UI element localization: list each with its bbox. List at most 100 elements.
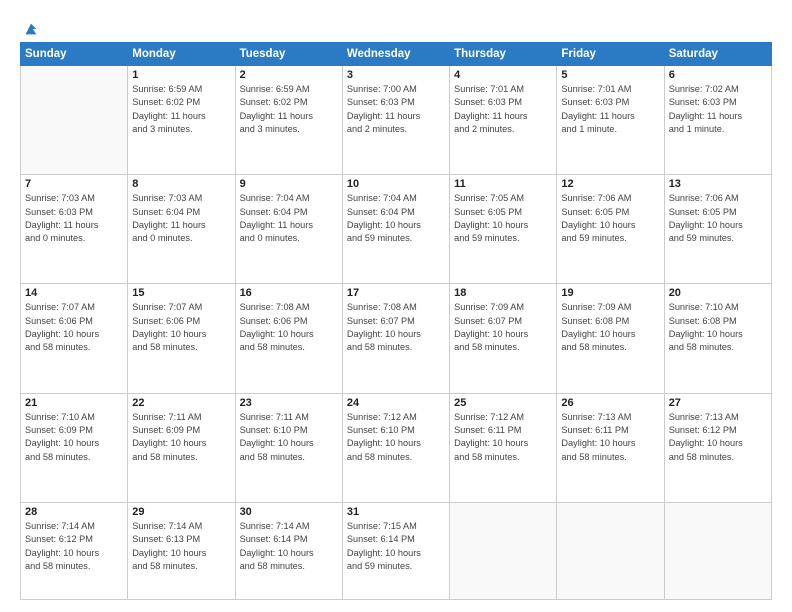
day-info: Sunrise: 7:09 AMSunset: 6:08 PMDaylight:… (561, 301, 659, 354)
day-header-tuesday: Tuesday (235, 43, 342, 66)
day-number: 16 (240, 287, 338, 299)
calendar-cell: 29Sunrise: 7:14 AMSunset: 6:13 PMDayligh… (128, 502, 235, 599)
day-number: 23 (240, 397, 338, 409)
day-number: 19 (561, 287, 659, 299)
day-info: Sunrise: 7:07 AMSunset: 6:06 PMDaylight:… (132, 301, 230, 354)
calendar-cell: 25Sunrise: 7:12 AMSunset: 6:11 PMDayligh… (450, 393, 557, 502)
calendar-cell: 1 Sunrise: 6:59 AMSunset: 6:02 PMDaylight… (128, 66, 235, 175)
day-number: 4 (454, 69, 552, 81)
day-info: Sunrise: 7:14 AMSunset: 6:12 PMDaylight:… (25, 520, 123, 573)
calendar-cell: 5Sunrise: 7:01 AMSunset: 6:03 PMDaylight… (557, 66, 664, 175)
calendar-cell: 31 Sunrise: 7:15 AMSunset: 6:14 PMDayligh… (342, 502, 449, 599)
day-number: 9 (240, 178, 338, 190)
day-number: 28 (25, 506, 123, 518)
day-number: 8 (132, 178, 230, 190)
calendar-header-row: SundayMondayTuesdayWednesdayThursdayFrid… (21, 43, 772, 66)
day-number: 2 (240, 69, 338, 81)
calendar-week-row: 14 Sunrise: 7:07 AMSunset: 6:06 PMDayligh… (21, 284, 772, 393)
day-info: Sunrise: 7:03 AMSunset: 6:03 PMDaylight:… (25, 192, 123, 245)
day-info: Sunrise: 7:15 AMSunset: 6:14 PMDaylight:… (347, 520, 445, 573)
calendar-cell: 13Sunrise: 7:06 AMSunset: 6:05 PMDayligh… (664, 175, 771, 284)
calendar-cell: 8Sunrise: 7:03 AMSunset: 6:04 PMDaylight… (128, 175, 235, 284)
day-number: 31 (347, 506, 445, 518)
calendar-cell: 21 Sunrise: 7:10 AMSunset: 6:09 PMDayligh… (21, 393, 128, 502)
day-header-friday: Friday (557, 43, 664, 66)
calendar-cell: 30 Sunrise: 7:14 AMSunset: 6:14 PMDayligh… (235, 502, 342, 599)
calendar-cell: 15 Sunrise: 7:07 AMSunset: 6:06 PMDayligh… (128, 284, 235, 393)
day-number: 24 (347, 397, 445, 409)
day-info: Sunrise: 7:01 AMSunset: 6:03 PMDaylight:… (561, 83, 659, 136)
day-number: 1 (132, 69, 230, 81)
calendar-cell: 28 Sunrise: 7:14 AMSunset: 6:12 PMDayligh… (21, 502, 128, 599)
calendar-table: SundayMondayTuesdayWednesdayThursdayFrid… (20, 42, 772, 600)
day-info: Sunrise: 6:59 AMSunset: 6:02 PMDaylight:… (132, 83, 230, 136)
day-number: 12 (561, 178, 659, 190)
calendar-cell: 4 Sunrise: 7:01 AMSunset: 6:03 PMDaylight… (450, 66, 557, 175)
day-info: Sunrise: 7:07 AMSunset: 6:06 PMDaylight:… (25, 301, 123, 354)
calendar-cell: 17 Sunrise: 7:08 AMSunset: 6:07 PMDayligh… (342, 284, 449, 393)
day-info: Sunrise: 7:04 AMSunset: 6:04 PMDaylight:… (347, 192, 445, 245)
day-info: Sunrise: 7:02 AMSunset: 6:03 PMDaylight:… (669, 83, 767, 136)
day-number: 27 (669, 397, 767, 409)
calendar-cell: 7 Sunrise: 7:03 AMSunset: 6:03 PMDaylight… (21, 175, 128, 284)
day-info: Sunrise: 7:09 AMSunset: 6:07 PMDaylight:… (454, 301, 552, 354)
day-info: Sunrise: 7:08 AMSunset: 6:07 PMDaylight:… (347, 301, 445, 354)
calendar-week-row: 28 Sunrise: 7:14 AMSunset: 6:12 PMDayligh… (21, 502, 772, 599)
calendar-cell: 19 Sunrise: 7:09 AMSunset: 6:08 PMDayligh… (557, 284, 664, 393)
day-info: Sunrise: 7:10 AMSunset: 6:08 PMDaylight:… (669, 301, 767, 354)
day-info: Sunrise: 7:10 AMSunset: 6:09 PMDaylight:… (25, 411, 123, 464)
day-info: Sunrise: 7:01 AMSunset: 6:03 PMDaylight:… (454, 83, 552, 136)
calendar-week-row: 1 Sunrise: 6:59 AMSunset: 6:02 PMDaylight… (21, 66, 772, 175)
day-info: Sunrise: 7:14 AMSunset: 6:13 PMDaylight:… (132, 520, 230, 573)
calendar-cell: 23 Sunrise: 7:11 AMSunset: 6:10 PMDayligh… (235, 393, 342, 502)
day-number: 6 (669, 69, 767, 81)
day-info: Sunrise: 7:13 AMSunset: 6:11 PMDaylight:… (561, 411, 659, 464)
day-header-sunday: Sunday (21, 43, 128, 66)
day-info: Sunrise: 7:14 AMSunset: 6:14 PMDaylight:… (240, 520, 338, 573)
day-info: Sunrise: 7:06 AMSunset: 6:05 PMDaylight:… (561, 192, 659, 245)
calendar-cell: 6 Sunrise: 7:02 AMSunset: 6:03 PMDaylight… (664, 66, 771, 175)
day-number: 10 (347, 178, 445, 190)
calendar-cell (664, 502, 771, 599)
day-info: Sunrise: 7:11 AMSunset: 6:09 PMDaylight:… (132, 411, 230, 464)
calendar-cell: 12 Sunrise: 7:06 AMSunset: 6:05 PMDayligh… (557, 175, 664, 284)
day-info: Sunrise: 7:00 AMSunset: 6:03 PMDaylight:… (347, 83, 445, 136)
day-number: 14 (25, 287, 123, 299)
calendar-week-row: 21 Sunrise: 7:10 AMSunset: 6:09 PMDayligh… (21, 393, 772, 502)
day-number: 18 (454, 287, 552, 299)
day-number: 25 (454, 397, 552, 409)
day-number: 17 (347, 287, 445, 299)
day-number: 11 (454, 178, 552, 190)
day-number: 20 (669, 287, 767, 299)
day-info: Sunrise: 7:13 AMSunset: 6:12 PMDaylight:… (669, 411, 767, 464)
day-info: Sunrise: 7:05 AMSunset: 6:05 PMDaylight:… (454, 192, 552, 245)
logo (20, 22, 40, 38)
calendar-cell (450, 502, 557, 599)
calendar-cell: 18 Sunrise: 7:09 AMSunset: 6:07 PMDayligh… (450, 284, 557, 393)
calendar-cell: 9 Sunrise: 7:04 AMSunset: 6:04 PMDaylight… (235, 175, 342, 284)
day-info: Sunrise: 6:59 AMSunset: 6:02 PMDaylight:… (240, 83, 338, 136)
day-number: 30 (240, 506, 338, 518)
day-number: 21 (25, 397, 123, 409)
calendar-cell (21, 66, 128, 175)
day-number: 15 (132, 287, 230, 299)
calendar-page: SundayMondayTuesdayWednesdayThursdayFrid… (0, 0, 792, 612)
calendar-cell: 22 Sunrise: 7:11 AMSunset: 6:09 PMDayligh… (128, 393, 235, 502)
calendar-cell: 24Sunrise: 7:12 AMSunset: 6:10 PMDayligh… (342, 393, 449, 502)
calendar-cell (557, 502, 664, 599)
day-number: 26 (561, 397, 659, 409)
day-number: 7 (25, 178, 123, 190)
calendar-cell: 16 Sunrise: 7:08 AMSunset: 6:06 PMDayligh… (235, 284, 342, 393)
day-info: Sunrise: 7:08 AMSunset: 6:06 PMDaylight:… (240, 301, 338, 354)
calendar-cell: 11 Sunrise: 7:05 AMSunset: 6:05 PMDayligh… (450, 175, 557, 284)
day-info: Sunrise: 7:11 AMSunset: 6:10 PMDaylight:… (240, 411, 338, 464)
day-header-thursday: Thursday (450, 43, 557, 66)
day-number: 22 (132, 397, 230, 409)
day-info: Sunrise: 7:04 AMSunset: 6:04 PMDaylight:… (240, 192, 338, 245)
calendar-cell: 26 Sunrise: 7:13 AMSunset: 6:11 PMDayligh… (557, 393, 664, 502)
logo-icon (22, 20, 40, 38)
day-number: 13 (669, 178, 767, 190)
day-header-wednesday: Wednesday (342, 43, 449, 66)
header (20, 18, 772, 38)
calendar-cell: 14 Sunrise: 7:07 AMSunset: 6:06 PMDayligh… (21, 284, 128, 393)
